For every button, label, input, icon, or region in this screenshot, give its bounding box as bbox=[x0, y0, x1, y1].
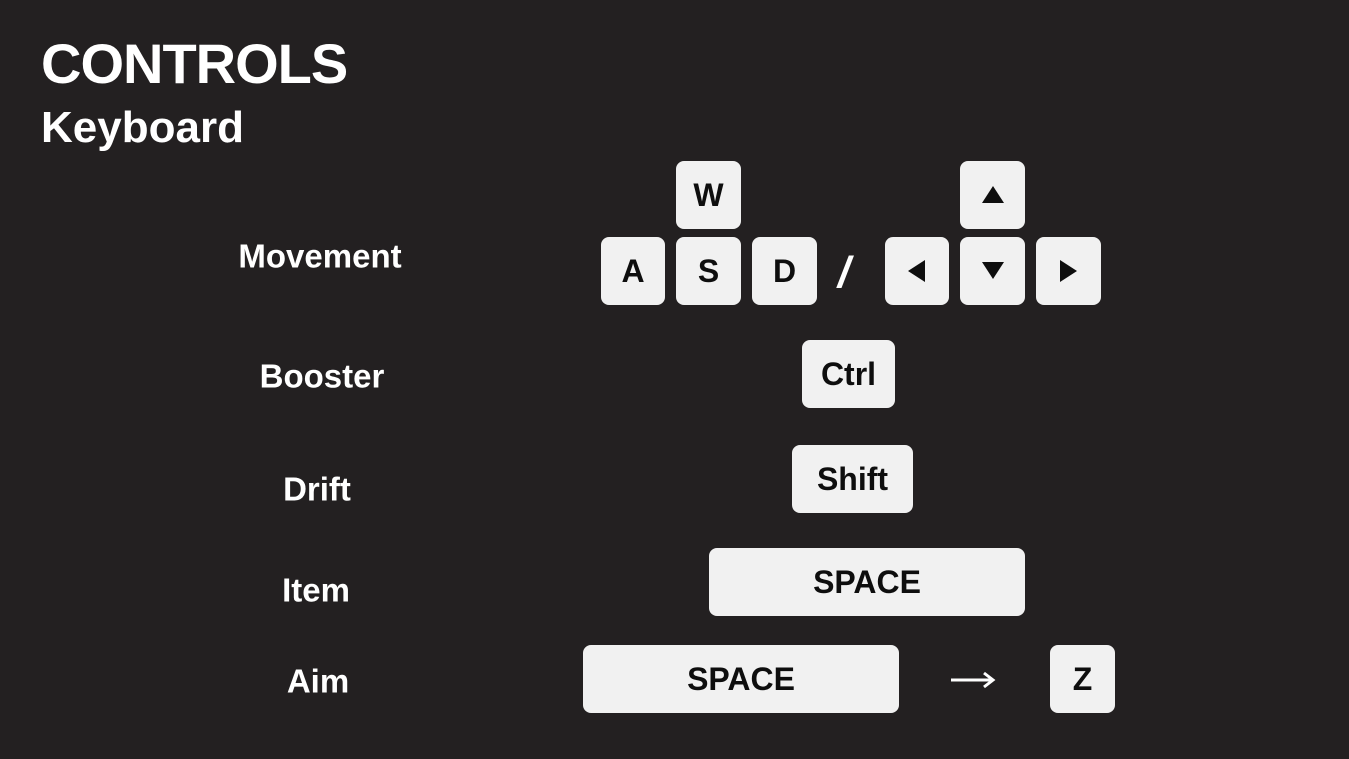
key-space-item: SPACE bbox=[709, 548, 1025, 616]
key-arrow-down bbox=[960, 237, 1025, 305]
arrow-right-icon bbox=[1059, 260, 1078, 282]
key-s: S bbox=[676, 237, 741, 305]
page-subtitle: Keyboard bbox=[41, 103, 244, 152]
key-z: Z bbox=[1050, 645, 1115, 713]
key-arrow-left bbox=[885, 237, 949, 305]
key-space-aim: SPACE bbox=[583, 645, 899, 713]
booster-label: Booster bbox=[259, 357, 385, 395]
key-arrow-right bbox=[1036, 237, 1101, 305]
item-label: Item bbox=[282, 571, 350, 609]
aim-label: Aim bbox=[286, 662, 350, 700]
arrow-up-icon bbox=[981, 186, 1004, 204]
key-shift: Shift bbox=[792, 445, 913, 513]
key-arrow-up bbox=[960, 161, 1025, 229]
drift-label: Drift bbox=[283, 470, 351, 508]
page-title: CONTROLS bbox=[41, 32, 348, 95]
right-arrow-icon bbox=[948, 664, 998, 696]
movement-separator: / bbox=[837, 248, 851, 297]
key-w: W bbox=[676, 161, 741, 229]
arrow-down-icon bbox=[981, 262, 1004, 280]
key-a: A bbox=[601, 237, 665, 305]
movement-label: Movement bbox=[238, 237, 402, 275]
key-ctrl: Ctrl bbox=[802, 340, 895, 408]
arrow-left-icon bbox=[908, 260, 926, 282]
key-d: D bbox=[752, 237, 817, 305]
